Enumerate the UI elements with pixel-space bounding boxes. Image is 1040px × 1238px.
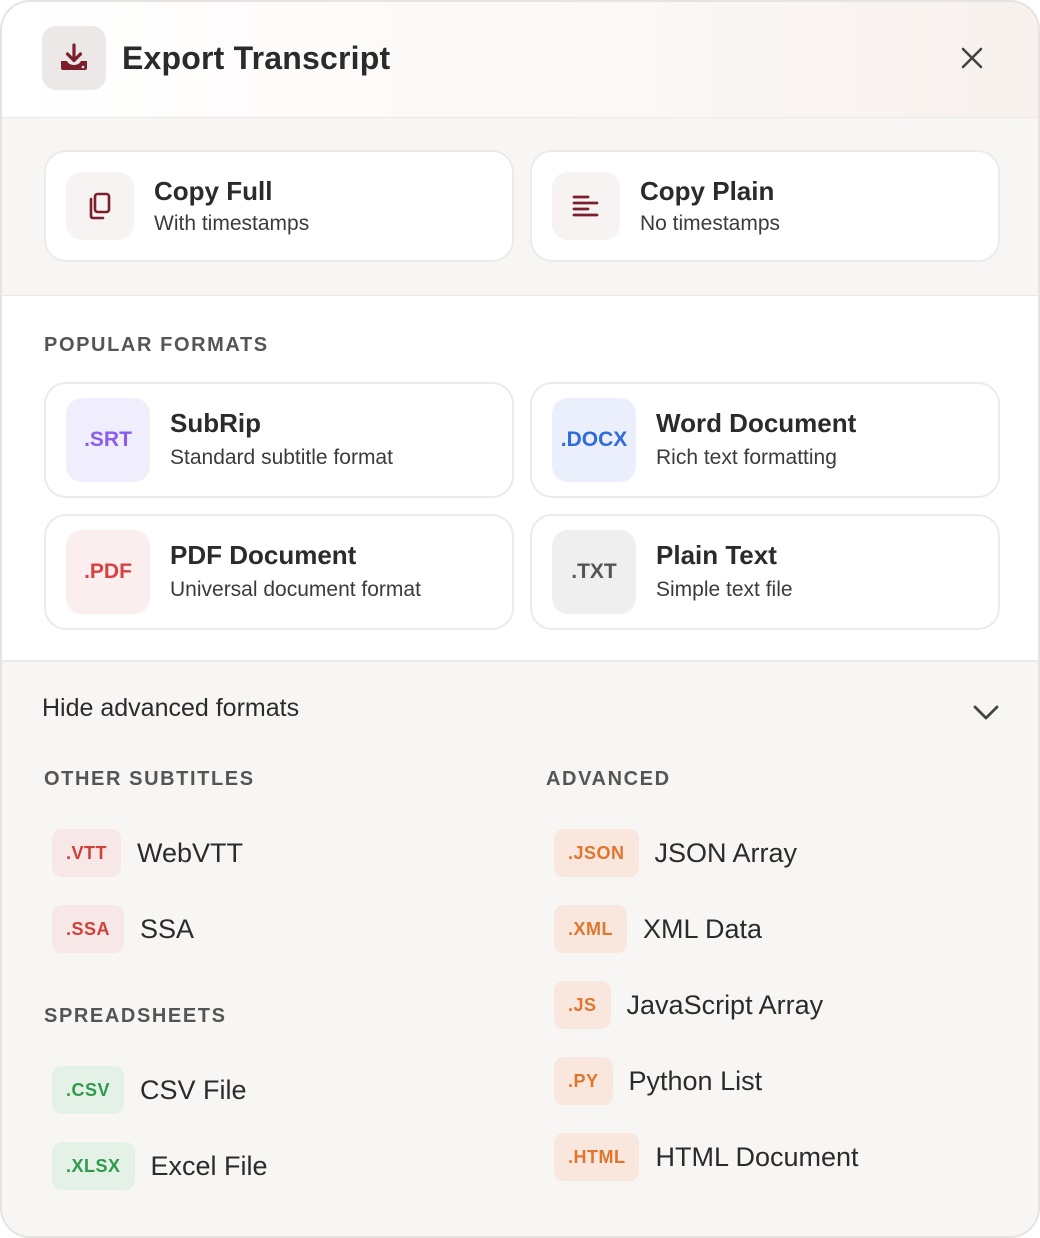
format-name: JavaScript Array [626, 989, 824, 1020]
copy-full-subtitle: With timestamps [154, 212, 310, 235]
format-name: Python List [628, 1065, 763, 1096]
copy-plain-subtitle: No timestamps [640, 212, 781, 235]
chevron-down-icon [973, 705, 999, 720]
csv-badge: .CSV [52, 1066, 125, 1114]
format-name: Excel File [150, 1150, 268, 1181]
export-dialog: Export Transcript Copy Full With timesta… [0, 0, 1040, 1238]
dialog-header: Export Transcript [2, 2, 1038, 118]
popular-formats-label: POPULAR FORMATS [44, 334, 269, 356]
txt-badge: .TXT [552, 530, 636, 614]
format-xml-button[interactable]: .XML XML Data [554, 904, 762, 954]
js-badge: .JS [554, 981, 611, 1029]
format-docx-button[interactable]: .DOCX Word Document Rich text formatting [530, 382, 1000, 498]
format-name: WebVTT [137, 837, 244, 868]
format-name: JSON Array [654, 837, 798, 868]
download-icon [42, 26, 106, 90]
format-title: SubRip [170, 408, 261, 438]
format-ssa-button[interactable]: .SSA SSA [52, 904, 194, 954]
copy-section: Copy Full With timestamps Copy Plain No … [2, 118, 1038, 296]
close-icon [961, 47, 983, 69]
format-py-button[interactable]: .PY Python List [554, 1056, 762, 1106]
format-name: CSV File [140, 1074, 247, 1105]
format-title: Word Document [656, 408, 857, 438]
format-title: PDF Document [170, 540, 357, 570]
format-name: HTML Document [655, 1141, 859, 1172]
advanced-label: ADVANCED [546, 768, 671, 790]
xml-badge: .XML [554, 905, 627, 953]
other-subtitles-label: OTHER SUBTITLES [44, 768, 255, 790]
format-name: SSA [140, 913, 195, 944]
format-txt-button[interactable]: .TXT Plain Text Simple text file [530, 514, 1000, 630]
spreadsheets-label: SPREADSHEETS [44, 1005, 227, 1027]
format-srt-button[interactable]: .SRT SubRip Standard subtitle format [44, 382, 514, 498]
align-left-icon [552, 172, 620, 240]
format-xlsx-button[interactable]: .XLSX Excel File [52, 1141, 268, 1191]
format-subtitle: Universal document format [170, 578, 421, 601]
dialog-title: Export Transcript [122, 40, 391, 76]
toggle-advanced-label: Hide advanced formats [42, 694, 300, 722]
pdf-badge: .PDF [66, 530, 150, 614]
format-subtitle: Simple text file [656, 578, 793, 601]
format-subtitle: Standard subtitle format [170, 446, 393, 469]
copy-full-button[interactable]: Copy Full With timestamps [44, 150, 514, 262]
format-vtt-button[interactable]: .VTT WebVTT [52, 828, 243, 878]
format-pdf-button[interactable]: .PDF PDF Document Universal document for… [44, 514, 514, 630]
popular-formats-section: POPULAR FORMATS .SRT SubRip Standard sub… [2, 296, 1038, 662]
ssa-badge: .SSA [52, 905, 125, 953]
vtt-badge: .VTT [52, 829, 121, 877]
copy-plain-title: Copy Plain [640, 176, 775, 206]
format-html-button[interactable]: .HTML HTML Document [554, 1132, 859, 1182]
close-button[interactable] [952, 38, 992, 78]
xlsx-badge: .XLSX [52, 1142, 135, 1190]
copy-icon [66, 172, 134, 240]
format-title: Plain Text [656, 540, 777, 570]
format-json-button[interactable]: .JSON JSON Array [554, 828, 797, 878]
format-js-button[interactable]: .JS JavaScript Array [554, 980, 823, 1030]
advanced-formats-section: Hide advanced formats OTHER SUBTITLES .V… [2, 662, 1038, 1236]
json-badge: .JSON [554, 829, 639, 877]
format-subtitle: Rich text formatting [656, 446, 837, 469]
format-csv-button[interactable]: .CSV CSV File [52, 1065, 247, 1115]
html-badge: .HTML [554, 1133, 640, 1181]
toggle-advanced-button[interactable]: Hide advanced formats [42, 690, 1002, 730]
py-badge: .PY [554, 1057, 613, 1105]
docx-badge: .DOCX [552, 398, 636, 482]
copy-full-title: Copy Full [154, 176, 273, 206]
srt-badge: .SRT [66, 398, 150, 482]
format-name: XML Data [643, 913, 763, 944]
copy-plain-button[interactable]: Copy Plain No timestamps [530, 150, 1000, 262]
